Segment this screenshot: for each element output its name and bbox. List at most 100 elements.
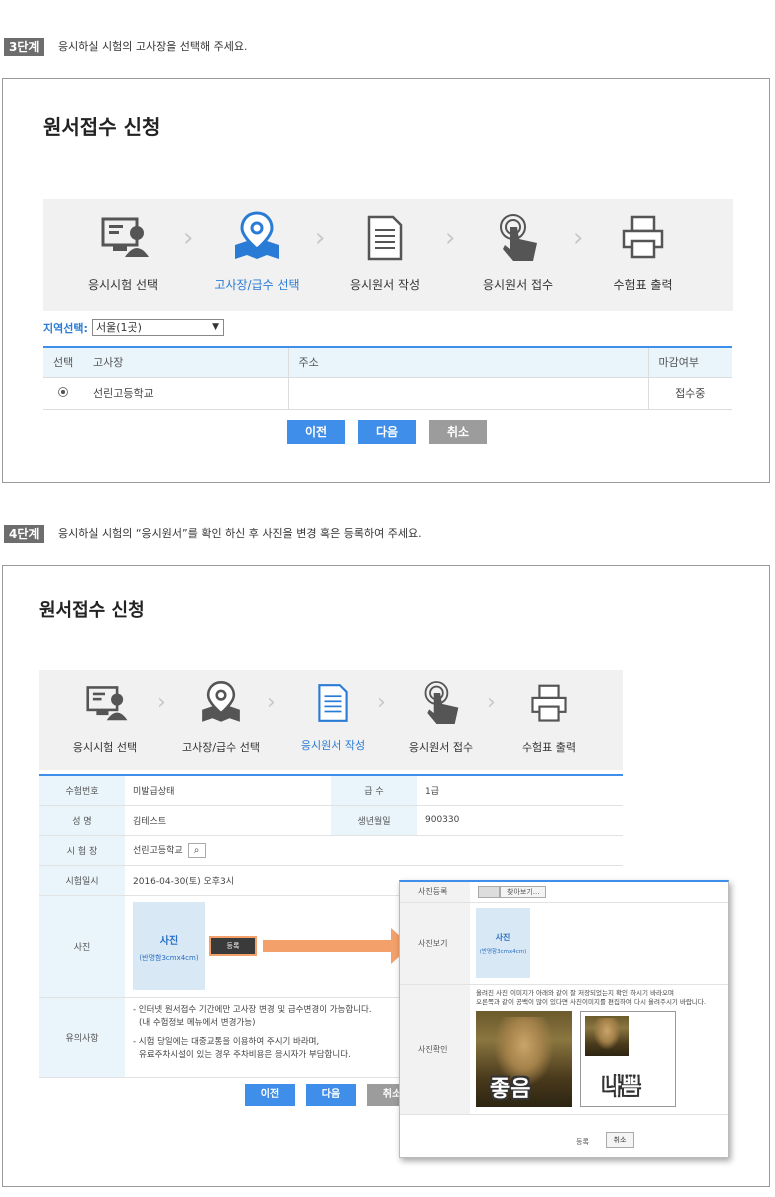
step4-description: 응시하실 시험의 “응시원서”를 확인 하신 후 사진을 변경 혹은 등록하여 … [58, 527, 422, 540]
site-table: 선택 고사장 주소 마감여부 선린고등학교 접수중 [43, 346, 732, 410]
chevron-right-icon: › [183, 223, 194, 253]
chevron-down-icon: ▼ [212, 322, 219, 332]
popup-cancel-button[interactable]: 취소 [606, 1132, 634, 1148]
photo-label: 사진 [39, 895, 125, 998]
col-select: 선택 [43, 347, 83, 378]
page-title: 원서접수 신청 [43, 115, 161, 139]
prev-button[interactable]: 이전 [245, 1084, 295, 1106]
col-site: 고사장 [83, 347, 288, 378]
step-print-ticket: 수험표 출력 [501, 684, 597, 755]
bad-photo-example: 나쁨 [580, 1010, 676, 1107]
chevron-right-icon: › [377, 690, 386, 715]
birth-value: 900330 [417, 805, 623, 836]
popup-register-label: 사진등록 [400, 882, 470, 903]
portrait-face [593, 1017, 621, 1050]
step-label: 응시원서 작성 [300, 739, 366, 752]
cancel-button[interactable]: 취소 [429, 420, 487, 444]
step4-badge: 4단계 [4, 525, 45, 543]
site-address [287, 377, 648, 410]
register-highlight: 등록 [209, 935, 257, 956]
step-label: 고사장/급수 선택 [214, 278, 300, 292]
photo-title: 사진 [159, 935, 179, 947]
browse-button[interactable]: 찾아보기... [500, 885, 547, 898]
step-label: 응시원서 접수 [482, 278, 554, 292]
birth-label: 생년월일 [331, 805, 417, 836]
check-text: 오른쪽과 같이 공백이 많이 있다면 사진이미지를 편집하여 다시 올려주시기 … [476, 997, 706, 1006]
step3-description: 응시하실 시험의 고사장을 선택해 주세요. [58, 40, 248, 53]
progress-steps: 응시시험 선택 › 고사장/급수 선택 › 응시원서 작성 › 응시원서 접수 … [39, 670, 623, 770]
popup-submit-button[interactable]: 등록 [576, 1137, 589, 1147]
photo-size: (반명함3cmx4cm) [139, 953, 199, 962]
site-name: 선린고등학교 [83, 377, 288, 410]
step-print-ticket: 수험표 출력 [593, 215, 693, 293]
chevron-right-icon: › [267, 690, 276, 715]
chevron-right-icon: › [157, 690, 166, 715]
step-label: 응시시험 선택 [72, 741, 138, 754]
region-select-value: 서울(1곳) [96, 321, 142, 334]
step-label: 응시시험 선택 [87, 278, 159, 292]
bad-label: 나쁨 [603, 1073, 640, 1098]
step-label: 수험표 출력 [613, 278, 673, 292]
step-write-application: 응시원서 작성 [335, 215, 435, 293]
step-submit-application: 응시원서 접수 [393, 680, 489, 755]
notice-label: 유의사항 [39, 997, 125, 1078]
check-text: 올려진 사진 이미지가 아래와 같이 잘 저장되었는지 확인 하시기 바라오며 [476, 988, 674, 997]
good-label: 좋음 [490, 1076, 531, 1102]
grade-value: 1급 [417, 775, 623, 806]
popup-photo-size: (반명함3cmx4cm) [479, 949, 527, 955]
photo-placeholder: 사진 (반명함3cmx4cm) [133, 901, 205, 990]
grade-label: 급 수 [331, 775, 417, 806]
step-label: 수험표 출력 [521, 741, 577, 754]
step-label: 응시원서 작성 [349, 278, 421, 292]
small-portrait [585, 1015, 629, 1056]
step-select-exam: 응시시험 선택 [73, 215, 173, 293]
site-status: 접수중 [647, 377, 732, 410]
site-radio[interactable] [58, 386, 68, 397]
file-input[interactable] [478, 885, 500, 898]
chevron-right-icon: › [487, 690, 496, 715]
next-button[interactable]: 다음 [306, 1084, 356, 1106]
step-label: 응시원서 접수 [408, 741, 474, 754]
popup-photo-title: 사진 [495, 933, 511, 942]
step-submit-application: 응시원서 접수 [468, 213, 568, 293]
name-label: 성 명 [39, 805, 125, 836]
exam-no-label: 수험번호 [39, 775, 125, 806]
photo-register-popup: 사진등록 찾아보기... 사진보기 사진 (반명함3cmx4cm) 사진확인 올… [399, 880, 729, 1158]
printer-icon [531, 684, 567, 722]
step4-panel: 원서접수 신청 응시시험 선택 › 고사장/급수 선택 › 응시원서 작성 › … [2, 565, 770, 1187]
step-select-exam: 응시시험 선택 [57, 684, 153, 755]
arrow-right-icon [263, 928, 411, 964]
col-address: 주소 [287, 347, 648, 378]
document-icon [318, 684, 348, 722]
popup-photo-placeholder: 사진 (반명함3cmx4cm) [476, 908, 530, 978]
step-label: 고사장/급수 선택 [181, 741, 261, 754]
chevron-right-icon: › [445, 223, 456, 253]
hand-touch-icon [424, 681, 459, 724]
step-select-site: 고사장/급수 선택 [173, 680, 269, 755]
step3-panel: 원서접수 신청 응시시험 선택 › 고사장/급수 선택 › 응시원서 작성 › … [2, 78, 770, 483]
popup-view-label: 사진보기 [400, 902, 470, 985]
map-pin-icon [202, 680, 240, 722]
site-label: 시 험 장 [39, 835, 125, 866]
good-photo-example: 좋음 [476, 1010, 572, 1107]
photo-register-button[interactable]: 등록 [211, 937, 255, 954]
printer-icon [622, 215, 664, 259]
step3-badge: 3단계 [4, 38, 45, 56]
table-row: 선린고등학교 접수중 [43, 377, 732, 410]
map-pin-icon [235, 211, 279, 259]
page-title: 원서접수 신청 [39, 600, 145, 621]
hand-touch-icon [500, 214, 537, 261]
search-icon[interactable]: ⌕ [187, 842, 206, 858]
next-button[interactable]: 다음 [358, 420, 416, 444]
document-icon [367, 215, 403, 261]
prev-button[interactable]: 이전 [287, 420, 345, 444]
chevron-right-icon: › [315, 223, 326, 253]
monitor-person-icon [101, 217, 149, 257]
exam-no-value: 미발급상태 [125, 775, 331, 806]
step-write-application: 응시원서 작성 [285, 682, 381, 753]
chevron-right-icon: › [573, 223, 584, 253]
site-value: 선린고등학교 [133, 845, 183, 856]
col-status: 마감여부 [647, 347, 732, 378]
region-select[interactable]: 서울(1곳) ▼ [92, 319, 224, 336]
popup-check-label: 사진확인 [400, 984, 470, 1115]
